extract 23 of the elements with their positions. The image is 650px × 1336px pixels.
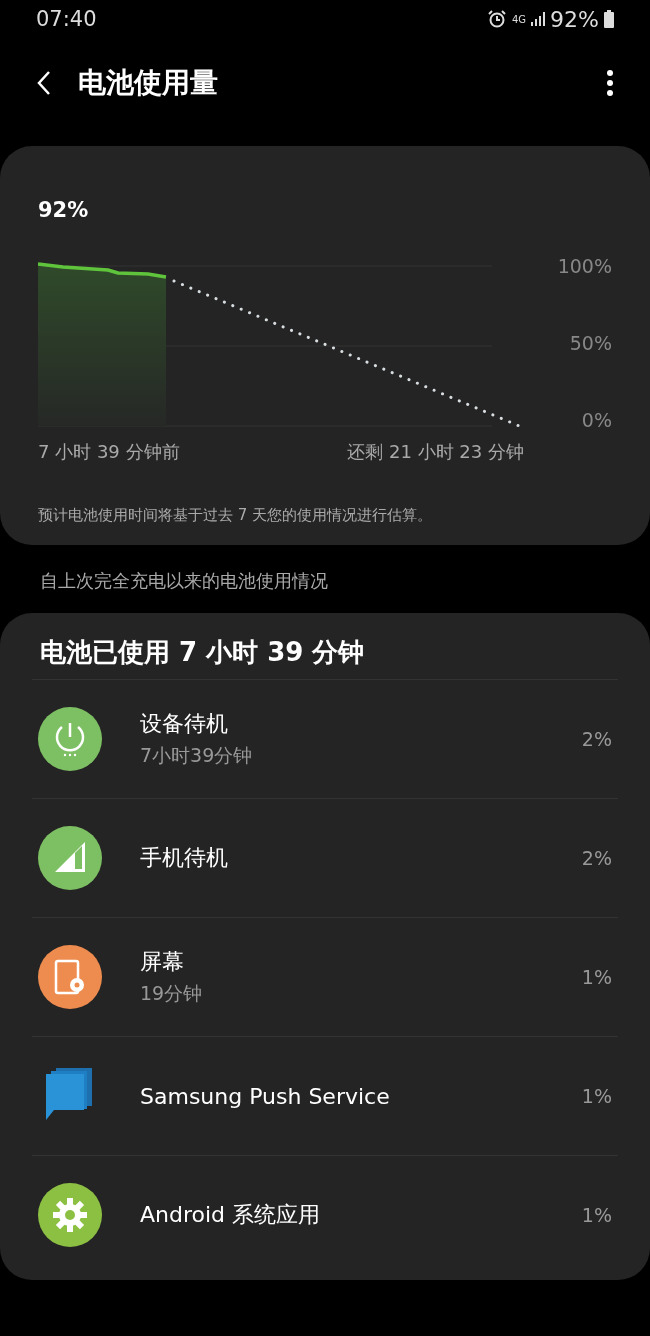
estimate-note: 预计电池使用时间将基于过去 7 天您的使用情况进行估算。 <box>38 506 434 525</box>
x-axis-label: 还剩 21 小时 23 分钟 <box>347 440 524 464</box>
x-axis-label: 7 小时 39 分钟前 <box>38 440 180 464</box>
usage-item[interactable]: 设备待机 7小时39分钟 2% <box>32 679 618 798</box>
battery-level: 92% <box>38 198 90 222</box>
network-type: 4G <box>511 13 527 25</box>
alarm-icon <box>486 9 507 29</box>
usage-title: 电池已使用 7 小时 39 分钟 <box>39 636 366 669</box>
section-title: 自上次完全充电以来的电池使用情况 <box>39 569 329 593</box>
usage-item[interactable]: Samsung Push Service 1% <box>32 1036 618 1155</box>
usage-item[interactable]: 屏幕 19分钟 1% <box>32 917 618 1036</box>
y-axis-label: 100% <box>557 254 612 279</box>
usage-item[interactable]: 手机待机 2% <box>32 798 618 917</box>
page-title: 电池使用量 <box>78 65 219 101</box>
battery-percent: 92% <box>550 6 599 32</box>
y-axis-label: 50% <box>569 331 612 356</box>
battery-icon <box>604 10 614 28</box>
more-options-button[interactable] <box>606 69 614 97</box>
usage-item[interactable]: Android 系统应用 1% <box>32 1155 618 1274</box>
back-button[interactable] <box>36 70 52 96</box>
signal-icon <box>531 12 546 26</box>
status-time: 07:40 <box>36 7 97 31</box>
y-axis-label: 0% <box>581 408 612 433</box>
